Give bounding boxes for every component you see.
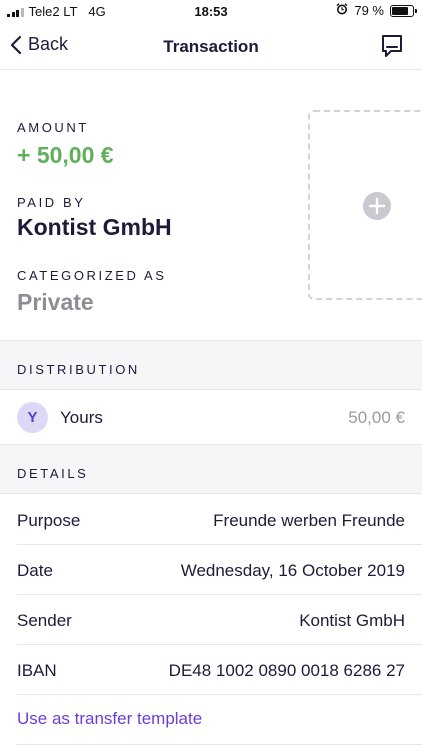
distribution-header: DISTRIBUTION <box>17 362 140 377</box>
status-right: 79 % <box>336 3 417 18</box>
notes-button[interactable] <box>380 33 404 64</box>
divider <box>17 744 422 745</box>
add-receipt-area[interactable] <box>308 110 422 300</box>
avatar: Y <box>17 402 48 433</box>
detail-row-purpose: Purpose Freunde werben Freunde <box>0 495 422 545</box>
detail-row-date: Date Wednesday, 16 October 2019 <box>0 545 422 595</box>
alarm-clock-icon <box>336 3 348 18</box>
detail-value: Wednesday, 16 October 2019 <box>180 561 405 580</box>
status-bar: Tele2 LT 4G 18:53 79 % <box>0 0 422 24</box>
detail-key: IBAN <box>17 661 57 680</box>
use-as-template-link[interactable]: Use as transfer template <box>17 709 202 729</box>
distribution-row[interactable]: Y Yours 50,00 € <box>0 390 422 444</box>
detail-key: Sender <box>17 611 72 630</box>
chevron-left-icon <box>10 35 22 54</box>
amount-label: AMOUNT <box>17 120 89 135</box>
details-section-header: DETAILS <box>0 444 422 494</box>
details-header: DETAILS <box>17 466 89 481</box>
battery-level <box>392 6 408 15</box>
detail-value: DE48 1002 0890 0018 6286 27 <box>168 661 405 680</box>
back-label: Back <box>28 34 69 54</box>
transaction-summary: AMOUNT + 50,00 € PAID BY Kontist GmbH CA… <box>0 71 422 340</box>
distribution-section-header: DISTRIBUTION <box>0 340 422 390</box>
detail-value: Kontist GmbH <box>299 611 405 630</box>
category-value[interactable]: Private <box>17 289 94 316</box>
plus-circle-icon <box>363 192 391 220</box>
detail-value: Freunde werben Freunde <box>213 511 405 530</box>
paid-by-value: Kontist GmbH <box>17 214 172 240</box>
category-label: CATEGORIZED AS <box>17 268 167 283</box>
detail-row-iban: IBAN DE48 1002 0890 0018 6286 27 <box>0 645 422 695</box>
detail-key: Date <box>17 561 53 580</box>
navigation-bar: Back Transaction <box>0 24 422 70</box>
battery-percent: 79 % <box>354 3 384 18</box>
back-button[interactable]: Back <box>10 34 68 55</box>
distribution-name: Yours <box>60 408 103 427</box>
detail-key: Purpose <box>17 511 81 530</box>
paid-by-label: PAID BY <box>17 195 86 210</box>
battery-icon <box>390 4 417 17</box>
distribution-amount: 50,00 € <box>348 408 405 427</box>
notes-icon <box>382 35 402 57</box>
amount-value: + 50,00 € <box>17 142 114 168</box>
detail-row-sender: Sender Kontist GmbH <box>0 595 422 645</box>
